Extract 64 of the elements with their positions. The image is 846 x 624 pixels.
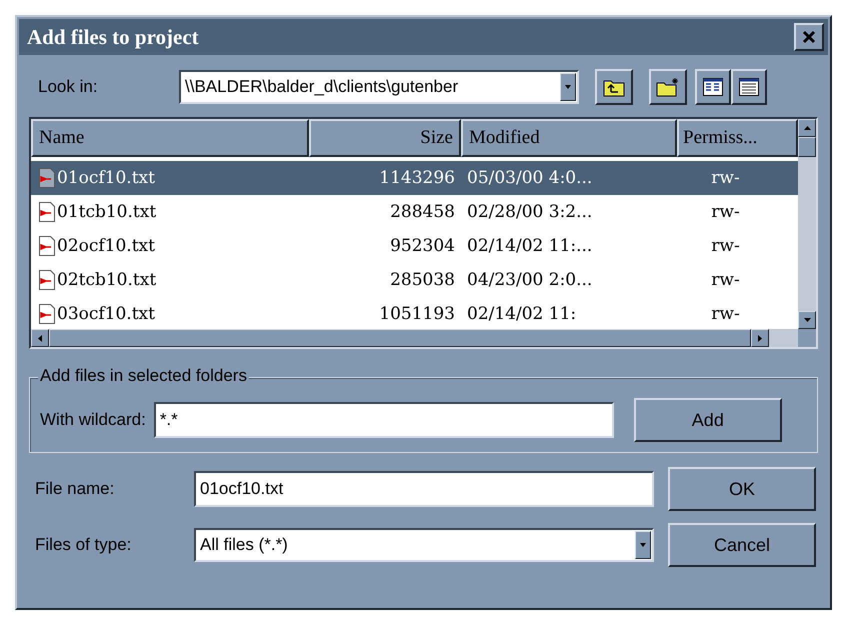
file-size: 1143296 <box>379 168 455 188</box>
look-in-value: \\BALDER\balder_d\clients\gutenber <box>184 77 460 97</box>
file-permissions: rw- <box>711 270 740 290</box>
file-row[interactable]: 01ocf10.txt 1143296 05/03/00 4:0... rw- <box>31 161 798 195</box>
file-name: 01tcb10.txt <box>57 202 156 222</box>
list-view-icon <box>703 78 723 96</box>
file-icon <box>39 304 55 324</box>
file-type-value: All files (*.*) <box>199 535 289 555</box>
new-folder-button[interactable] <box>649 69 687 105</box>
look-in-dropdown[interactable]: \\BALDER\balder_d\clients\gutenber <box>179 70 579 104</box>
file-type-dropdown[interactable]: All files (*.*) <box>194 528 654 562</box>
file-modified: 02/14/02 11: <box>467 304 576 324</box>
list-view-button[interactable] <box>695 69 731 105</box>
file-icon <box>39 236 55 256</box>
file-permissions: rw- <box>711 236 740 256</box>
file-icon <box>39 168 55 188</box>
file-row[interactable]: 01tcb10.txt 288458 02/28/00 3:2... rw- <box>31 195 798 229</box>
cancel-button[interactable]: Cancel <box>668 523 816 567</box>
file-size: 285038 <box>390 270 455 290</box>
file-name: 01ocf10.txt <box>57 168 155 188</box>
file-permissions: rw- <box>711 304 740 324</box>
file-type-label: Files of type: <box>34 535 132 555</box>
file-name-field[interactable]: 01ocf10.txt <box>194 471 654 507</box>
close-icon <box>802 30 816 44</box>
scroll-down-icon[interactable] <box>798 311 816 329</box>
ok-button[interactable]: OK <box>668 467 816 511</box>
scrollbar-corner <box>798 329 816 347</box>
file-icon <box>39 270 55 290</box>
file-size: 952304 <box>390 236 455 256</box>
column-header[interactable]: Modified <box>461 119 677 157</box>
file-name: 02ocf10.txt <box>57 236 155 256</box>
details-view-icon <box>739 78 759 96</box>
scroll-right-icon[interactable] <box>751 329 769 347</box>
file-modified: 04/23/00 2:0... <box>467 270 592 290</box>
file-permissions: rw- <box>711 202 740 222</box>
window-title: Add files to project <box>27 24 199 50</box>
file-row[interactable]: 02tcb10.txt 285038 04/23/00 2:0... rw- <box>31 263 798 297</box>
column-header[interactable]: Size <box>309 119 461 157</box>
add-button[interactable]: Add <box>634 398 782 442</box>
wildcard-label: With wildcard: <box>40 410 146 430</box>
file-row[interactable]: 03ocf10.txt 1051193 02/14/02 11: rw- <box>31 297 798 329</box>
scroll-left-icon[interactable] <box>31 329 49 347</box>
file-size: 288458 <box>390 202 455 222</box>
new-folder-icon <box>656 77 680 97</box>
wildcard-field[interactable]: *.* <box>154 402 614 438</box>
file-size: 1051193 <box>379 304 455 324</box>
scroll-thumb[interactable] <box>798 137 816 157</box>
file-name: 02tcb10.txt <box>57 270 156 290</box>
file-row[interactable]: 02ocf10.txt 952304 02/14/02 11:... rw- <box>31 229 798 263</box>
scroll-up-icon[interactable] <box>798 119 816 137</box>
column-header[interactable]: Permiss... <box>677 119 798 157</box>
look-in-label: Look in: <box>37 77 99 97</box>
close-button[interactable] <box>794 23 824 51</box>
up-folder-button[interactable] <box>595 69 633 105</box>
file-modified: 05/03/00 4:0... <box>467 168 592 188</box>
file-modified: 02/14/02 11:... <box>467 236 592 256</box>
file-modified: 02/28/00 3:2... <box>467 202 592 222</box>
column-header[interactable]: Name <box>31 119 309 157</box>
file-permissions: rw- <box>711 168 740 188</box>
details-view-button[interactable] <box>731 69 767 105</box>
vertical-scrollbar[interactable] <box>798 119 816 347</box>
file-name: 03ocf10.txt <box>57 304 155 324</box>
file-name-label: File name: <box>34 479 116 499</box>
file-icon <box>39 202 55 222</box>
